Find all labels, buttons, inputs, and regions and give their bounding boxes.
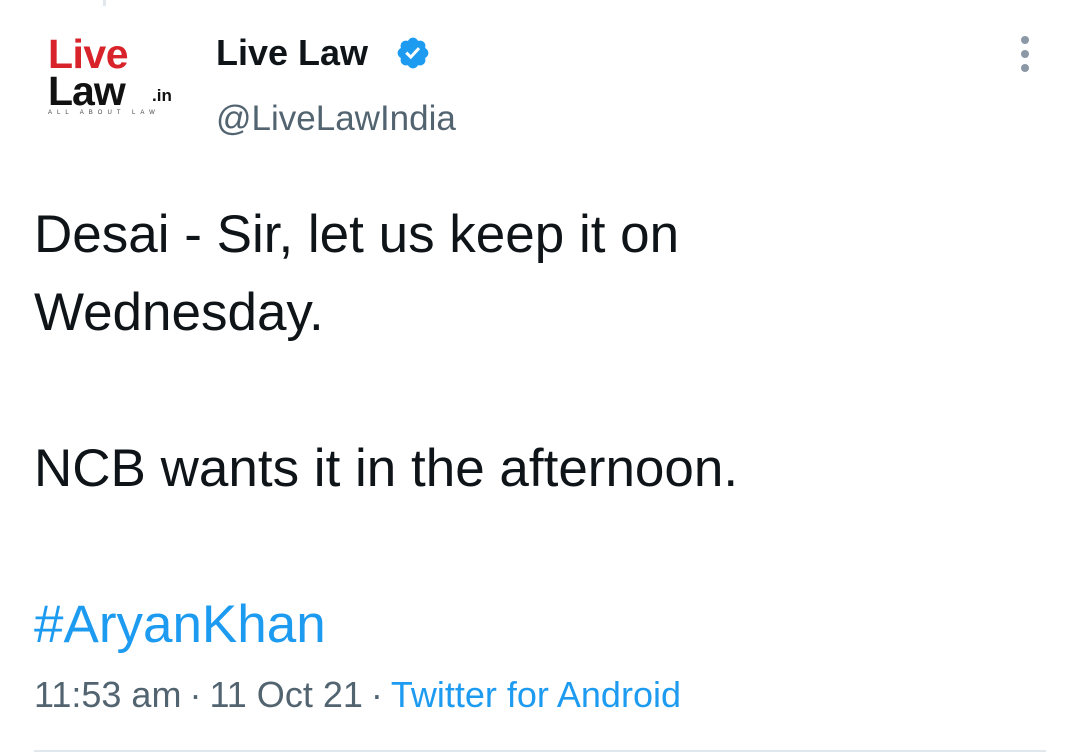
avatar-logo-suffix: .in — [152, 86, 172, 105]
tweet-meta: 11:53 am · 11 Oct 21 · Twitter for Android — [34, 672, 681, 718]
tweet-date[interactable]: 11 Oct 21 — [209, 674, 362, 715]
tweet-text-line: NCB wants it in the afternoon. — [34, 439, 739, 498]
more-dot — [1021, 36, 1029, 44]
meta-separator: · — [370, 674, 383, 715]
verified-badge-icon — [397, 37, 429, 69]
tweet-text-line: Desai - Sir, let us keep it on — [34, 205, 680, 264]
avatar-logo-tagline: ALL ABOUT LAW — [48, 110, 160, 116]
tweet-text: Desai - Sir, let us keep it on Wednesday… — [34, 196, 1044, 664]
divider — [34, 750, 1046, 752]
meta-separator: · — [189, 674, 202, 715]
tweet-header: Live Law .in ALL ABOUT LAW Live Law @Liv… — [0, 0, 1080, 160]
more-options-icon[interactable] — [1008, 34, 1042, 74]
avatar[interactable]: Live Law .in ALL ABOUT LAW — [40, 30, 180, 130]
author-handle[interactable]: @LiveLawIndia — [216, 98, 456, 140]
tweet-text-line: Wednesday. — [34, 283, 324, 342]
tweet[interactable]: Live Law .in ALL ABOUT LAW Live Law @Liv… — [0, 0, 1080, 756]
author-display-name[interactable]: Live Law — [216, 33, 368, 73]
avatar-logo-word-law: Law — [48, 68, 126, 114]
tweet-time[interactable]: 11:53 am — [34, 674, 181, 715]
more-dot — [1021, 50, 1029, 58]
hashtag-link[interactable]: #AryanKhan — [34, 586, 1044, 664]
tweet-source-link[interactable]: Twitter for Android — [391, 674, 681, 715]
more-dot — [1021, 64, 1029, 72]
